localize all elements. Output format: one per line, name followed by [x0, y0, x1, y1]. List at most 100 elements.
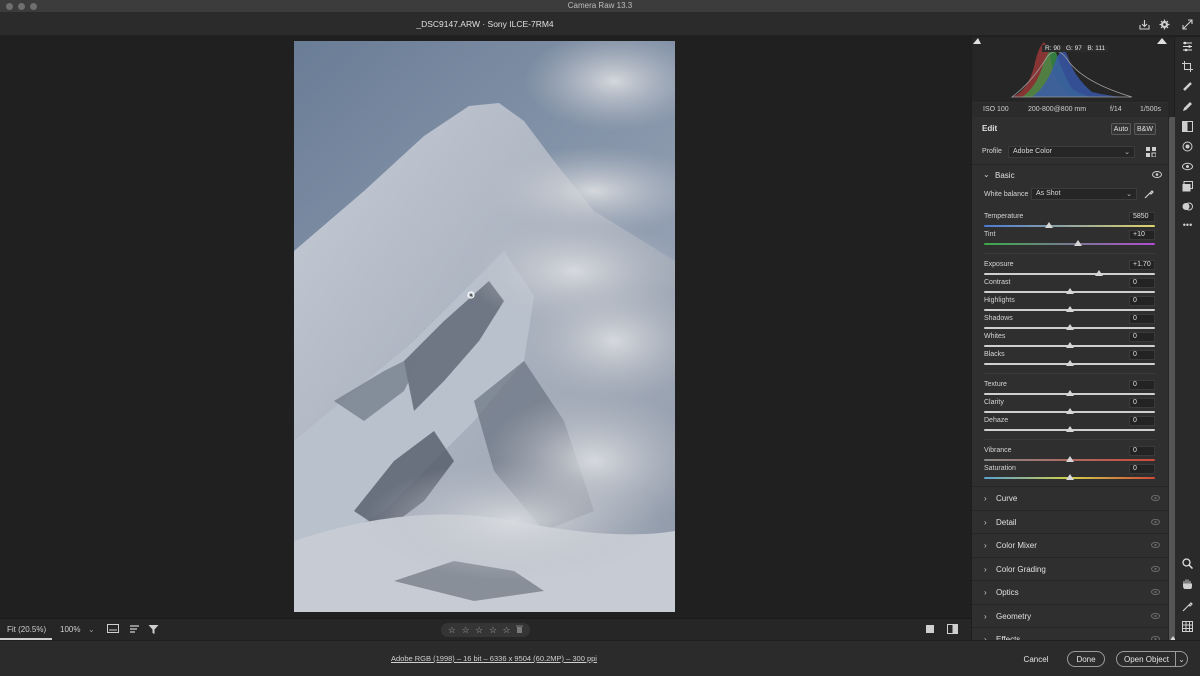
clarity-slider-thumb[interactable]: [1065, 408, 1074, 414]
vibrance-slider-thumb[interactable]: [1065, 456, 1074, 462]
clarity-value-field[interactable]: 0: [1129, 398, 1155, 408]
edit-sliders-icon[interactable]: [1182, 41, 1193, 52]
chevron-down-icon: ⌄: [1124, 149, 1130, 156]
exposure-value-field[interactable]: +1.70: [1129, 260, 1155, 270]
texture-slider-thumb[interactable]: [1065, 390, 1074, 396]
vibrance-value-field[interactable]: 0: [1129, 446, 1155, 456]
zoom-level-dropdown[interactable]: 100%: [60, 625, 80, 634]
graduated-filter-icon[interactable]: [1182, 121, 1193, 132]
panel-scrollbar[interactable]: [1168, 37, 1177, 642]
shadows-slider-thumb[interactable]: [1065, 324, 1074, 330]
auto-button[interactable]: Auto: [1111, 123, 1131, 135]
basic-title[interactable]: Basic: [995, 171, 1168, 180]
temperature-value-field[interactable]: 5850: [1129, 212, 1155, 222]
basic-chevron-down-icon[interactable]: ⌄: [983, 170, 990, 179]
saturation-value-field[interactable]: 0: [1129, 464, 1155, 474]
exposure-slider-track[interactable]: [984, 273, 1155, 275]
shadows-value-field[interactable]: 0: [1129, 314, 1155, 324]
brush-icon[interactable]: [1182, 101, 1193, 112]
panel-color-mixer[interactable]: › Color Mixer: [972, 533, 1168, 556]
preview-image[interactable]: [294, 41, 675, 612]
eye-icon[interactable]: [1151, 541, 1160, 550]
eye-icon[interactable]: [1151, 612, 1160, 621]
more-icon[interactable]: •••: [1182, 219, 1193, 230]
white-balance-dropdown[interactable]: As Shot ⌄: [1031, 188, 1137, 200]
panel-geometry[interactable]: › Geometry: [972, 603, 1168, 627]
hand-tool-icon[interactable]: [1182, 578, 1193, 589]
chevron-right-icon: ›: [984, 494, 987, 503]
compare-icon[interactable]: [107, 624, 119, 637]
save-icon[interactable]: [1138, 18, 1151, 31]
eye-icon[interactable]: [1151, 494, 1160, 503]
zoom-tool-icon[interactable]: [1182, 558, 1193, 569]
grid-icon[interactable]: [1182, 621, 1193, 632]
filter-icon[interactable]: [148, 624, 159, 637]
panel-color-grading-label: Color Grading: [996, 564, 1046, 574]
bw-button[interactable]: B&W: [1134, 123, 1156, 135]
star-icon[interactable]: ☆: [461, 625, 469, 636]
highlights-label: Highlights: [984, 297, 1015, 304]
g-label: G:: [1065, 45, 1073, 52]
panel-effects[interactable]: › Effects: [972, 627, 1168, 640]
eye-icon[interactable]: [1151, 588, 1160, 597]
whites-label: Whites: [984, 333, 1006, 340]
texture-value-field[interactable]: 0: [1129, 380, 1155, 390]
heal-icon[interactable]: [1182, 81, 1193, 92]
exposure-slider-thumb[interactable]: [1094, 270, 1103, 276]
sort-icon[interactable]: [129, 624, 141, 637]
temperature-slider-track[interactable]: [984, 225, 1155, 227]
image-canvas[interactable]: [0, 37, 971, 617]
eye-icon[interactable]: [1151, 518, 1160, 527]
panel-color-grading[interactable]: › Color Grading: [972, 556, 1168, 580]
panel-optics[interactable]: › Optics: [972, 580, 1168, 603]
snapshots-icon[interactable]: [1182, 181, 1193, 192]
star-icon[interactable]: ☆: [475, 625, 483, 636]
eyedropper-icon[interactable]: [1144, 189, 1154, 201]
red-eye-icon[interactable]: [1182, 161, 1193, 172]
open-object-button[interactable]: Open Object ⌄: [1116, 651, 1188, 667]
profile-browser-icon[interactable]: [1146, 147, 1157, 159]
workflow-options-link[interactable]: Adobe RGB (1998) – 16 bit – 6336 x 9504 …: [391, 654, 597, 663]
whites-value-field[interactable]: 0: [1129, 332, 1155, 342]
fit-zoom-button[interactable]: Fit (20.5%): [7, 625, 46, 634]
crop-icon[interactable]: [1182, 61, 1193, 72]
dehaze-value-field[interactable]: 0: [1129, 416, 1155, 426]
contrast-slider-thumb[interactable]: [1065, 288, 1074, 294]
eye-icon[interactable]: [1151, 565, 1160, 574]
tint-slider-thumb[interactable]: [1074, 240, 1083, 246]
presets-icon[interactable]: [1182, 201, 1193, 212]
basic-eye-icon[interactable]: [1152, 171, 1162, 180]
star-icon[interactable]: ☆: [502, 625, 510, 636]
panel-curve[interactable]: › Curve: [972, 486, 1168, 509]
blacks-slider-thumb[interactable]: [1065, 360, 1074, 366]
tint-value-field[interactable]: +10: [1129, 230, 1155, 240]
done-button[interactable]: Done: [1067, 651, 1105, 667]
before-after-icon[interactable]: [947, 624, 958, 637]
highlights-value-field[interactable]: 0: [1129, 296, 1155, 306]
contrast-value-field[interactable]: 0: [1129, 278, 1155, 288]
blacks-value-field[interactable]: 0: [1129, 350, 1155, 360]
sampler-icon[interactable]: [1182, 601, 1193, 612]
dehaze-slider-thumb[interactable]: [1065, 426, 1074, 432]
gear-icon[interactable]: [1158, 18, 1171, 31]
trash-icon[interactable]: [516, 625, 524, 635]
open-options-chevron-down-icon[interactable]: ⌄: [1175, 651, 1187, 667]
cancel-button[interactable]: Cancel: [1017, 651, 1055, 667]
radial-filter-icon[interactable]: [1182, 141, 1193, 152]
file-name: _DSC9147.ARW · Sony ILCE-7RM4: [416, 19, 554, 29]
single-view-icon[interactable]: [925, 624, 936, 637]
panel-detail[interactable]: › Detail: [972, 509, 1168, 533]
highlights-slider-thumb[interactable]: [1065, 306, 1074, 312]
star-rating[interactable]: ☆ ☆ ☆ ☆ ☆: [441, 623, 530, 637]
zoom-chevron-down-icon[interactable]: ⌄: [88, 625, 95, 634]
divider: [972, 164, 1168, 165]
temperature-slider-thumb[interactable]: [1044, 222, 1053, 228]
star-icon[interactable]: ☆: [448, 625, 456, 636]
star-icon[interactable]: ☆: [489, 625, 497, 636]
profile-dropdown[interactable]: Adobe Color ⌄: [1008, 146, 1135, 158]
tint-slider-track[interactable]: [984, 243, 1155, 245]
vibrance-label: Vibrance: [984, 447, 1012, 454]
whites-slider-thumb[interactable]: [1065, 342, 1074, 348]
fullscreen-icon[interactable]: [1181, 18, 1194, 31]
saturation-slider-thumb[interactable]: [1065, 474, 1074, 480]
